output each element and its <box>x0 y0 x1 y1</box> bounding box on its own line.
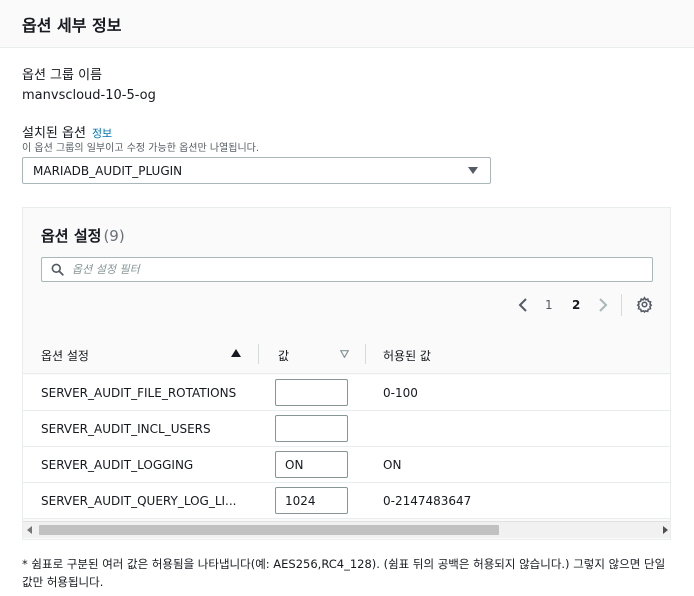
installed-option-select[interactable]: MARIADB_AUDIT_PLUGIN <box>22 157 491 184</box>
table-header: 옵션 설정 값 허용된 값 <box>23 334 670 374</box>
option-name: SERVER_AUDIT_INCL_USERS <box>41 422 211 436</box>
table-row: SERVER_AUDIT_QUERY_LOG_LI... 0-214748364… <box>23 483 670 519</box>
page-2-button[interactable]: 2 <box>572 298 580 312</box>
option-settings-count: (9) <box>103 227 125 245</box>
option-settings-panel: 옵션 설정(9) 1 2 옵션 설정 값 허용된 값 SERVER_AUDIT_… <box>22 207 671 540</box>
filter-input[interactable] <box>72 261 642 278</box>
page-title: 옵션 세부 정보 <box>22 16 122 35</box>
column-header-allowed: 허용된 값 <box>383 349 431 363</box>
scroll-right-icon[interactable] <box>663 526 668 534</box>
option-name: SERVER_AUDIT_QUERY_LOG_LI... <box>41 494 237 508</box>
option-value-input[interactable] <box>275 415 348 442</box>
chevron-right-icon[interactable] <box>597 297 609 313</box>
column-separator <box>365 344 366 364</box>
option-name: SERVER_AUDIT_FILE_ROTATIONS <box>41 386 237 400</box>
footnote: * 쉼표로 구분된 여러 값은 허용됨을 나타냅니다(예: AES256,RC4… <box>22 557 666 589</box>
installed-option-selected-value: MARIADB_AUDIT_PLUGIN <box>33 164 183 178</box>
installed-option-hint: 이 옵션 그룹의 일부이고 수정 가능한 옵션만 나열됩니다. <box>22 143 260 154</box>
allowed-values: 0-100 <box>383 386 418 400</box>
option-settings-title-text: 옵션 설정 <box>41 227 102 245</box>
scrollbar-thumb[interactable] <box>39 525 499 535</box>
option-value-input[interactable] <box>275 451 348 478</box>
sort-descending-icon[interactable] <box>340 350 349 358</box>
table-row: SERVER_AUDIT_LOGGING ON <box>23 447 670 483</box>
column-header-value[interactable]: 값 <box>278 347 289 364</box>
allowed-values: 0-2147483647 <box>383 494 472 508</box>
chevron-left-icon[interactable] <box>517 297 529 313</box>
table-row: SERVER_AUDIT_INCL_USERS <box>23 411 670 447</box>
horizontal-scrollbar[interactable] <box>23 521 670 538</box>
table-row: SERVER_AUDIT_FILE_ROTATIONS 0-100 <box>23 375 670 411</box>
option-value-input[interactable] <box>275 487 348 514</box>
option-name: SERVER_AUDIT_LOGGING <box>41 458 194 472</box>
sort-ascending-icon[interactable] <box>231 349 241 357</box>
option-settings-title: 옵션 설정 (9) <box>41 225 125 246</box>
page-1-button[interactable]: 1 <box>545 298 553 312</box>
gear-icon[interactable] <box>636 296 653 313</box>
page-header: 옵션 세부 정보 <box>0 0 694 48</box>
option-value-input[interactable] <box>275 379 348 406</box>
pagination-divider <box>621 294 622 316</box>
option-group-name-label: 옵션 그룹 이름 <box>22 68 103 83</box>
column-header-name[interactable]: 옵션 설정 <box>41 347 89 364</box>
caret-down-icon <box>468 167 478 174</box>
allowed-values: ON <box>383 458 402 472</box>
option-group-name-value: manvscloud-10-5-og <box>22 88 156 103</box>
search-icon <box>51 263 64 276</box>
column-separator <box>258 344 259 364</box>
option-settings-filter[interactable] <box>41 257 653 282</box>
scroll-left-icon[interactable] <box>27 526 32 534</box>
